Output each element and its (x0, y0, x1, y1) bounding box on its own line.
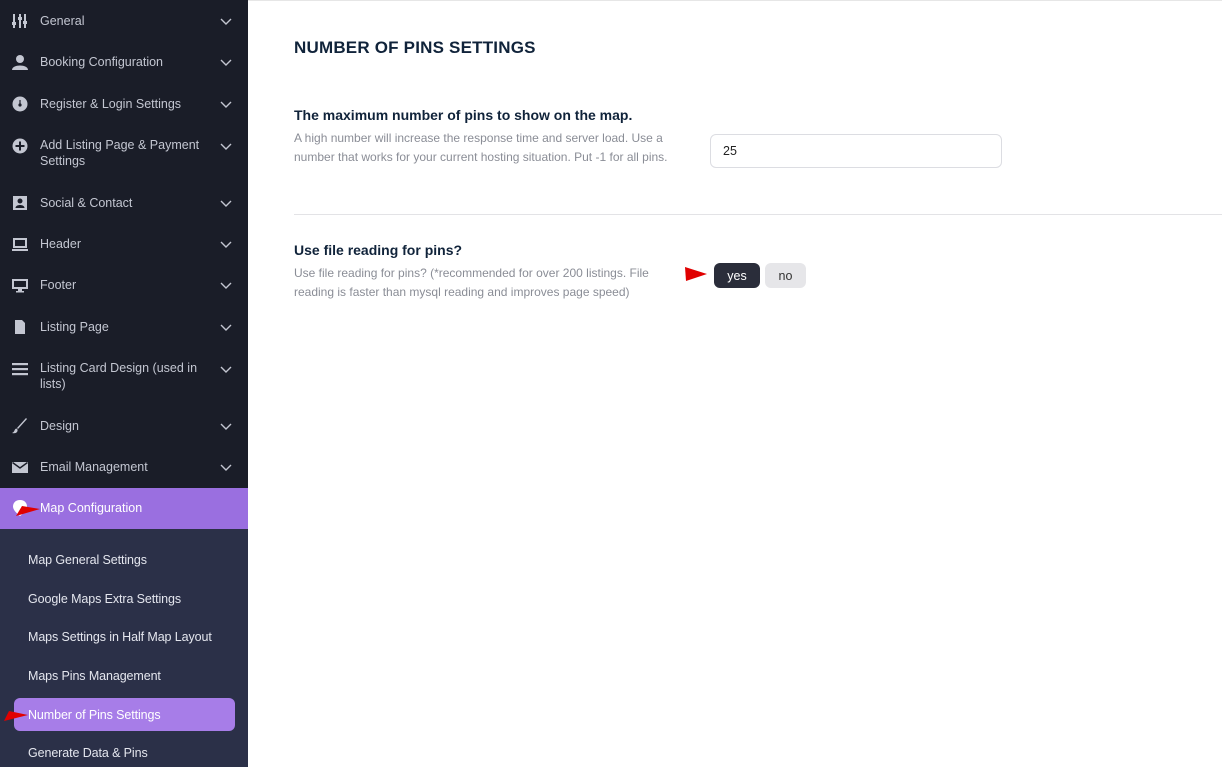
map-configuration-submenu: Map General Settings Google Maps Extra S… (0, 529, 248, 767)
submenu-item-label: Number of Pins Settings (28, 707, 161, 722)
laptop-icon (12, 236, 28, 252)
submenu-item-number-of-pins[interactable]: Number of Pins Settings (14, 698, 235, 731)
submenu-item-half-map-layout[interactable]: Maps Settings in Half Map Layout (14, 620, 235, 653)
submenu-item-label: Generate Data & Pins (28, 745, 148, 760)
file-reading-setting-description: Use file reading for pins? (*recommended… (294, 266, 649, 299)
sidebar-item-booking-configuration[interactable]: Booking Configuration (0, 53, 248, 71)
submenu-item-label: Google Maps Extra Settings (28, 591, 182, 606)
chevron-down-icon (220, 279, 232, 291)
submenu-item-label: Maps Settings in Half Map Layout (28, 629, 212, 644)
sidebar-item-email-management[interactable]: Email Management (0, 458, 248, 476)
chevron-down-icon (220, 420, 232, 432)
max-pins-setting-description: A high number will increase the response… (294, 131, 668, 164)
chevron-down-icon (220, 197, 232, 209)
list-icon (12, 361, 28, 377)
submenu-item-label: Map General Settings (28, 552, 147, 567)
file-reading-setting-title: Use file reading for pins? (294, 242, 463, 258)
submenu-item-label: Maps Pins Management (28, 668, 161, 683)
submenu-item-generate-data-pins[interactable]: Generate Data & Pins (14, 736, 235, 767)
chevron-down-icon (220, 98, 232, 110)
sidebar-item-label: Add Listing Page & Payment Settings (40, 138, 200, 168)
address-book-icon (12, 195, 28, 211)
file-icon (12, 319, 28, 335)
sidebar-item-design[interactable]: Design (0, 417, 248, 435)
sidebar-item-general[interactable]: General (0, 12, 248, 30)
chevron-down-icon (220, 56, 232, 68)
top-border (248, 0, 1222, 1)
sidebar-item-footer[interactable]: Footer (0, 276, 248, 294)
sidebar-item-label: Map Configuration (40, 501, 143, 515)
page-title: NUMBER OF PINS SETTINGS (294, 38, 536, 57)
max-pins-setting-title: The maximum number of pins to show on th… (294, 107, 633, 123)
plus-circle-icon (12, 138, 28, 154)
tachometer-icon (12, 96, 28, 112)
sidebar-item-label: Email Management (40, 460, 148, 474)
chevron-down-icon (220, 15, 232, 27)
annotation-arrow-icon (4, 711, 28, 721)
sidebar-item-label: Social & Contact (40, 196, 133, 210)
sidebar-item-label: Listing Page (40, 320, 109, 334)
annotation-arrow-icon (685, 267, 707, 281)
sidebar-item-listing-page[interactable]: Listing Page (0, 318, 248, 336)
sidebar-item-label: Design (40, 419, 79, 433)
sidebar-item-header[interactable]: Header (0, 235, 248, 253)
submenu-item-map-general-settings[interactable]: Map General Settings (14, 543, 235, 576)
file-reading-yes-button[interactable]: yes (714, 263, 760, 288)
sidebar-item-label: Register & Login Settings (40, 97, 182, 111)
monitor-icon (12, 277, 28, 293)
chevron-down-icon (220, 461, 232, 473)
sidebar-item-label: Footer (40, 278, 77, 292)
sidebar-item-label: Booking Configuration (40, 55, 163, 69)
submenu-item-maps-pins-management[interactable]: Maps Pins Management (14, 659, 235, 692)
user-icon (12, 54, 28, 70)
sidebar-item-register-login[interactable]: Register & Login Settings (0, 95, 248, 113)
sidebar-item-label: Listing Card Design (used in lists) (40, 361, 198, 391)
sidebar-item-label: Header (40, 237, 81, 251)
submenu-item-google-maps-extra[interactable]: Google Maps Extra Settings (14, 582, 235, 615)
max-pins-input[interactable] (710, 134, 1002, 168)
chevron-down-icon (220, 140, 232, 152)
sidebar-item-add-listing-payment[interactable]: Add Listing Page & Payment Settings (0, 136, 248, 170)
chevron-down-icon (220, 363, 232, 375)
annotation-arrow-icon (16, 506, 40, 516)
sidebar-item-label: General (40, 14, 85, 28)
file-reading-no-button[interactable]: no (765, 263, 806, 288)
sidebar-item-social-contact[interactable]: Social & Contact (0, 194, 248, 212)
sliders-icon (12, 13, 28, 29)
brush-icon (12, 418, 28, 434)
chevron-down-icon (220, 321, 232, 333)
chevron-down-icon (220, 238, 232, 250)
envelope-icon (12, 459, 28, 475)
sidebar-item-listing-card-design[interactable]: Listing Card Design (used in lists) (0, 359, 248, 393)
section-divider (294, 214, 1222, 215)
sidebar: General Booking Configuration Register &… (0, 0, 248, 767)
